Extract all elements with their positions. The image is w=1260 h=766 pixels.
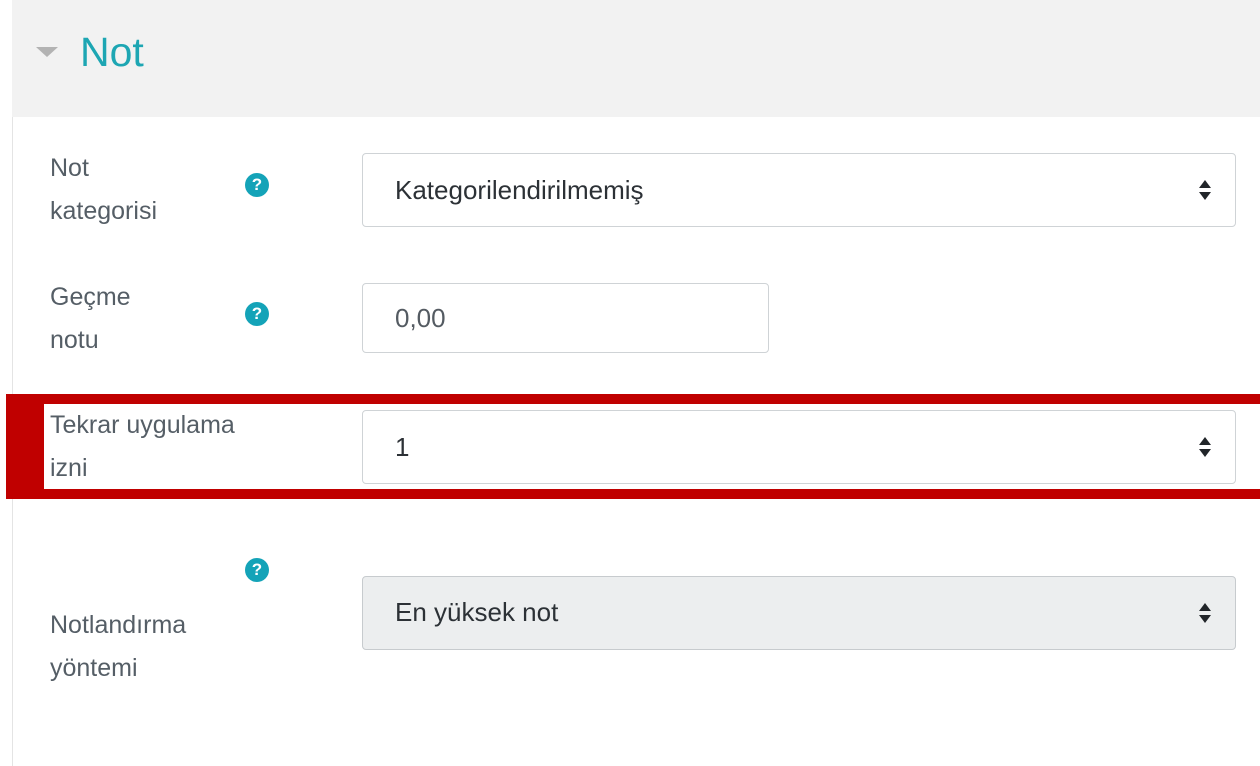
section-header[interactable] [12,0,1260,117]
grading-method-label: Notlandırma yöntemi [50,611,187,682]
section-title[interactable]: Not [80,28,144,77]
grading-method-value: En yüksek not [395,597,559,627]
grade-category-value: Kategorilendirilmemiş [395,175,644,205]
pass-grade-input[interactable]: 0,00 [362,283,769,353]
grading-method-select[interactable]: En yüksek not [362,576,1236,650]
attempts-allowed-label: Tekrar uygulama izni [50,411,235,482]
attempts-allowed-value: 1 [395,432,410,462]
select-arrows-icon [1199,180,1211,200]
attempts-allowed-select[interactable]: 1 [362,410,1236,484]
caret-down-icon[interactable] [36,47,58,57]
select-arrows-icon [1199,437,1211,457]
grade-category-select[interactable]: Kategorilendirilmemiş [362,153,1236,227]
select-arrows-icon [1199,603,1211,623]
help-icon[interactable]: ? [245,558,269,582]
pass-grade-value: 0,00 [395,303,446,333]
help-icon[interactable]: ? [245,302,269,326]
help-icon[interactable]: ? [245,173,269,197]
